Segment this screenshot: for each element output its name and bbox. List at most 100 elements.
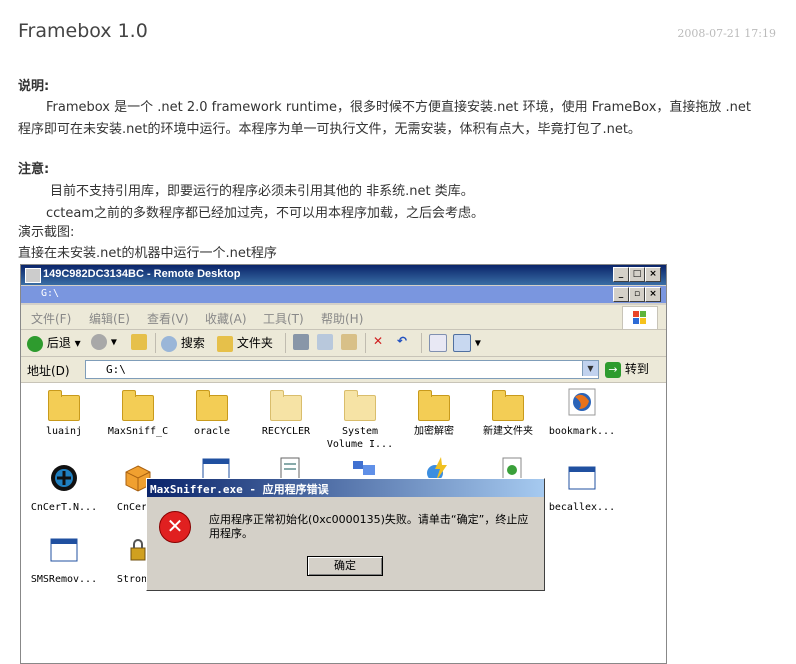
paste-button[interactable] (341, 334, 357, 350)
address-bar: 地址(D) G:\ ▼ → 转到 (21, 357, 666, 383)
file-item[interactable]: 新建文件夹 (471, 390, 545, 438)
go-button[interactable]: → 转到 (605, 360, 659, 379)
file-item[interactable]: SMSRemov... (27, 535, 101, 586)
error-dialog-titlebar: MaxSniffer.exe - 应用程序错误 (147, 479, 544, 497)
file-item[interactable]: 加密解密 (397, 390, 471, 438)
file-label: System (341, 426, 379, 437)
back-arrow-icon (27, 335, 43, 352)
menu-edit[interactable]: 编辑(E) (89, 310, 130, 327)
toolbar-divider (365, 333, 366, 353)
remote-desktop-title: 149C982DC3134BC - Remote Desktop (43, 268, 241, 280)
cut-button[interactable] (293, 334, 309, 350)
file-item[interactable]: RECYCLER (249, 390, 323, 438)
desc-line-2: 程序即可在未安装.net的环境中运行。本程序为单一可执行文件，无需安装，体积有点… (18, 122, 641, 137)
explorer-titlebar: G:\ _ ▫ × (21, 286, 666, 303)
paste-icon (341, 334, 357, 350)
toolbar-divider (155, 333, 156, 353)
explorer-title: G:\ (41, 288, 60, 299)
menu-help[interactable]: 帮助(H) (321, 310, 363, 327)
menu-favorites[interactable]: 收藏(A) (205, 310, 247, 327)
file-label: RECYCLER (261, 426, 311, 437)
properties-button[interactable] (429, 334, 447, 352)
file-label: MaxSniff_C (107, 426, 169, 437)
close-button[interactable]: × (645, 267, 661, 282)
copy-icon (317, 334, 333, 350)
file-label: luainj (45, 426, 83, 437)
remote-desktop-titlebar: 149C982DC3134BC - Remote Desktop _ □ × (21, 265, 666, 285)
post-date: 2008-07-21 17:19 (677, 27, 776, 40)
post-title: Framebox 1.0 (18, 20, 148, 42)
folders-icon (217, 335, 233, 352)
folder-icon (270, 390, 302, 421)
error-dialog: MaxSniffer.exe - 应用程序错误 ✕ 应用程序正常初始化(0xc0… (146, 478, 545, 591)
folders-button[interactable]: 文件夹 (217, 334, 273, 352)
menu-file[interactable]: 文件(F) (31, 310, 71, 327)
file-item[interactable]: oracle (175, 390, 249, 438)
up-folder-icon (131, 334, 147, 350)
toolbar: 后退 ▾ ▾ 搜索 文件夹 ✕ ↶ ▾ (21, 330, 666, 357)
ok-button[interactable]: 确定 (307, 556, 383, 576)
menu-bar: 文件(F) 编辑(E) 查看(V) 收藏(A) 工具(T) 帮助(H) (21, 305, 666, 330)
explorer-close-button[interactable]: × (645, 287, 661, 302)
folder-icon (344, 390, 376, 421)
error-message: 应用程序正常初始化(0xc0000135)失败。请单击“确定”，终止应用程序。 (209, 513, 529, 540)
file-item[interactable]: becallex... (545, 463, 619, 514)
desc-heading: 说明: (18, 79, 50, 94)
forward-arrow-icon (91, 334, 107, 350)
views-button[interactable]: ▾ (453, 334, 481, 352)
application-window-icon (50, 538, 78, 562)
screenshot-caption: 直接在未安装.net的机器中运行一个.net程序 (18, 246, 277, 261)
explorer-restore-button[interactable]: ▫ (629, 287, 645, 302)
explorer-minimize-button[interactable]: _ (613, 287, 629, 302)
forward-button[interactable]: ▾ (91, 334, 117, 350)
file-item[interactable]: CnCerT.N... (27, 463, 101, 514)
file-item[interactable]: bookmark... (545, 387, 619, 438)
maximize-button[interactable]: □ (629, 267, 645, 282)
file-label: bookmark... (548, 426, 616, 437)
folder-icon (122, 390, 154, 421)
windows-logo-icon (622, 306, 658, 330)
folder-icon (418, 390, 450, 421)
delete-x-icon: ✕ (373, 334, 384, 348)
up-folder-button[interactable] (131, 334, 147, 350)
file-item[interactable]: System Volume I... (323, 390, 397, 451)
folder-icon (48, 390, 80, 421)
note-line-1: 目前不支持引用库，即要运行的程序必须未引用其他的 非系统.net 类库。 (50, 184, 474, 199)
address-dropdown-icon[interactable]: ▼ (582, 361, 598, 376)
file-item[interactable]: MaxSniff_C (101, 390, 175, 438)
application-window-icon (568, 466, 596, 490)
views-icon (453, 334, 471, 352)
delete-button[interactable]: ✕ (373, 334, 383, 348)
file-item[interactable]: luainj (27, 390, 101, 438)
menu-tools[interactable]: 工具(T) (263, 310, 304, 327)
go-arrow-icon: → (605, 361, 621, 378)
cncert-icon (51, 465, 77, 491)
folder-icon (196, 390, 228, 421)
note-heading: 注意: (18, 162, 50, 177)
menu-view[interactable]: 查看(V) (147, 310, 189, 327)
folder-icon (492, 390, 524, 421)
file-label: 加密解密 (414, 426, 454, 437)
undo-icon: ↶ (397, 334, 408, 348)
address-input[interactable]: G:\ (85, 360, 599, 379)
toolbar-divider (421, 333, 422, 353)
screenshot-label: 演示截图: (18, 225, 75, 240)
error-icon: ✕ (159, 511, 191, 543)
cut-icon (293, 334, 309, 350)
properties-icon (429, 334, 447, 352)
remote-desktop-window: 149C982DC3134BC - Remote Desktop _ □ × G… (20, 264, 667, 664)
copy-button[interactable] (317, 334, 333, 350)
file-label: becallex... (548, 502, 616, 513)
minimize-button[interactable]: _ (613, 267, 629, 282)
firefox-icon (568, 388, 596, 416)
remote-desktop-icon (25, 268, 41, 283)
file-label: 新建文件夹 (483, 426, 533, 437)
desc-line-1: Framebox 是一个 .net 2.0 framework runtime，… (46, 100, 752, 115)
toolbar-divider (285, 333, 286, 353)
search-button[interactable]: 搜索 (161, 334, 205, 352)
undo-button[interactable]: ↶ (397, 334, 407, 348)
file-label: CnCerT.N... (30, 502, 98, 513)
address-label: 地址(D) (27, 364, 70, 378)
file-label: oracle (193, 426, 231, 437)
back-button[interactable]: 后退 ▾ (27, 334, 81, 352)
